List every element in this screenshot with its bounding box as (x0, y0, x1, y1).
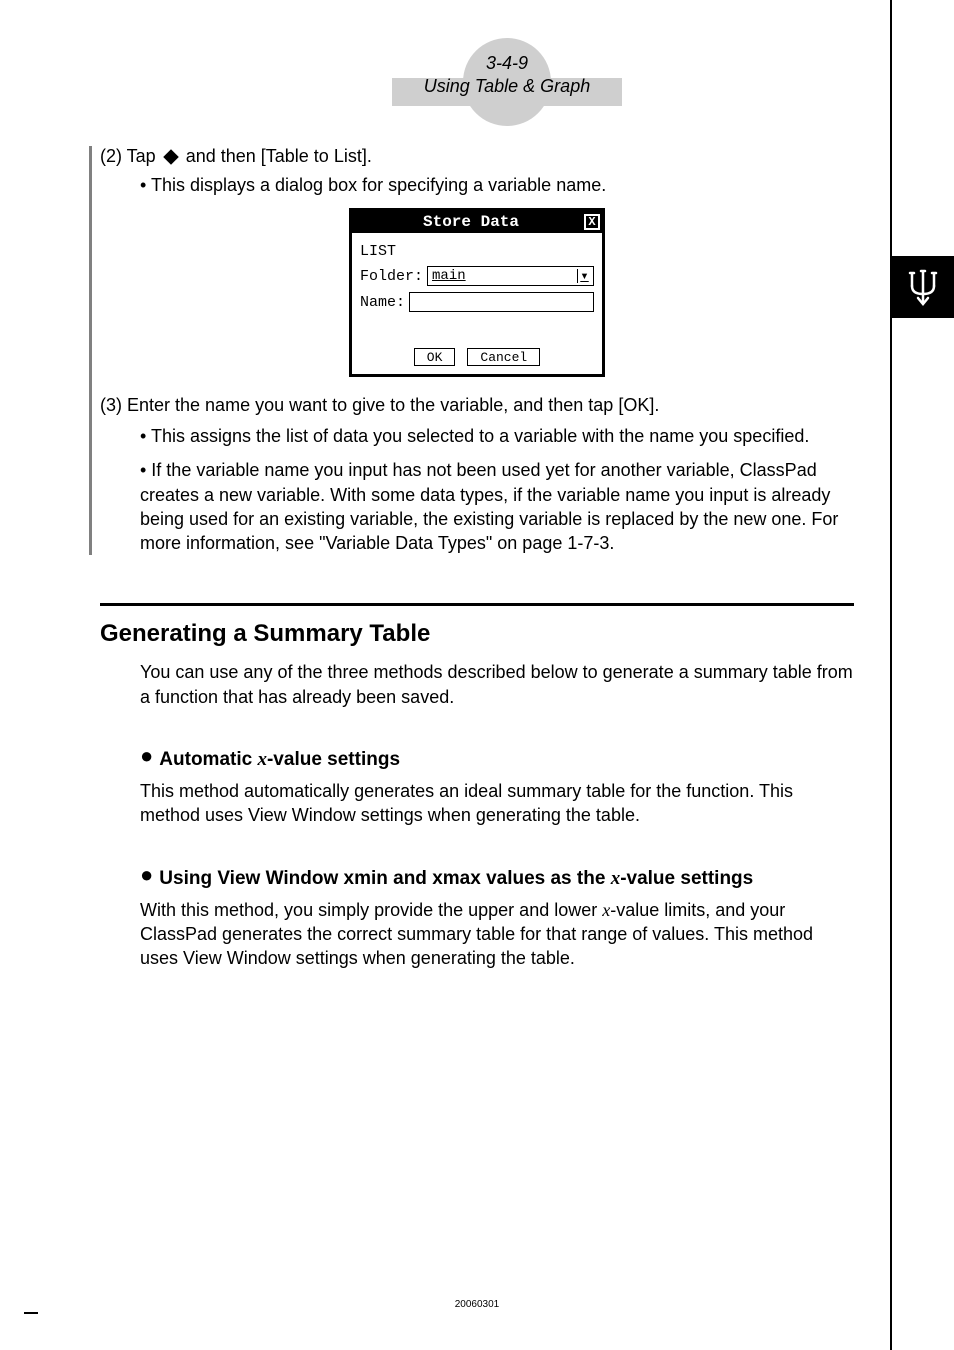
page-right-rule (890, 0, 892, 1350)
folder-value: main (432, 268, 466, 284)
folder-label: Folder: (360, 268, 423, 285)
sub1-title-x: x (257, 749, 267, 770)
footer-date: 20060301 (0, 1299, 954, 1310)
step2-bullet: • This displays a dialog box for specify… (140, 175, 854, 196)
section-intro: You can use any of the three methods des… (140, 660, 854, 709)
menu-icon (162, 148, 180, 166)
sub2-title-post: -value settings (620, 868, 753, 889)
close-icon[interactable]: X (584, 214, 600, 230)
store-data-dialog: Store Data X LIST Folder: main ▾ (349, 208, 605, 377)
crop-mark (24, 1312, 38, 1314)
subhead-viewwindow: ● Using View Window xmin and xmax values… (100, 868, 854, 890)
step3-bullet2: • If the variable name you input has not… (140, 458, 854, 555)
page-number: 3-4-9 (100, 52, 914, 75)
name-label: Name: (360, 294, 405, 311)
ok-button[interactable]: OK (414, 348, 456, 366)
step-3-line: (3) Enter the name you want to give to t… (100, 395, 854, 416)
cancel-button[interactable]: Cancel (467, 348, 540, 366)
sub1-title-post: -value settings (267, 749, 400, 770)
sub1-body: This method automatically generates an i… (140, 779, 854, 828)
step3-bullet1: • This assigns the list of data you sele… (140, 424, 854, 448)
name-input[interactable] (409, 292, 594, 312)
folder-select[interactable]: main ▾ (427, 266, 594, 286)
sub2-title-pre: Using View Window xmin and xmax values a… (159, 868, 610, 889)
trident-icon (906, 268, 940, 306)
step-2-line: (2) Tap and then [Table to List]. (100, 146, 854, 167)
section-heading: Generating a Summary Table (100, 620, 854, 648)
chevron-down-icon: ▾ (577, 269, 591, 283)
dialog-titlebar: Store Data X (352, 211, 602, 233)
section-divider (100, 603, 854, 606)
sub2-title-x: x (611, 868, 621, 889)
page-header-badge: 3-4-9 Using Table & Graph (100, 30, 914, 122)
sub2-body: With this method, you simply provide the… (140, 898, 854, 971)
sub2-body-pre: With this method, you simply provide the… (140, 900, 602, 920)
section-title: Using Table & Graph (100, 75, 914, 98)
step2-prefix: (2) Tap (100, 146, 156, 167)
dialog-title: Store Data (358, 213, 584, 231)
dialog-type-label: LIST (360, 243, 594, 260)
sub1-title-pre: Automatic (159, 749, 257, 770)
subhead-automatic: ● Automatic x-value settings (100, 749, 854, 771)
step2-suffix: and then [Table to List]. (186, 146, 372, 167)
chapter-tab (892, 256, 954, 318)
